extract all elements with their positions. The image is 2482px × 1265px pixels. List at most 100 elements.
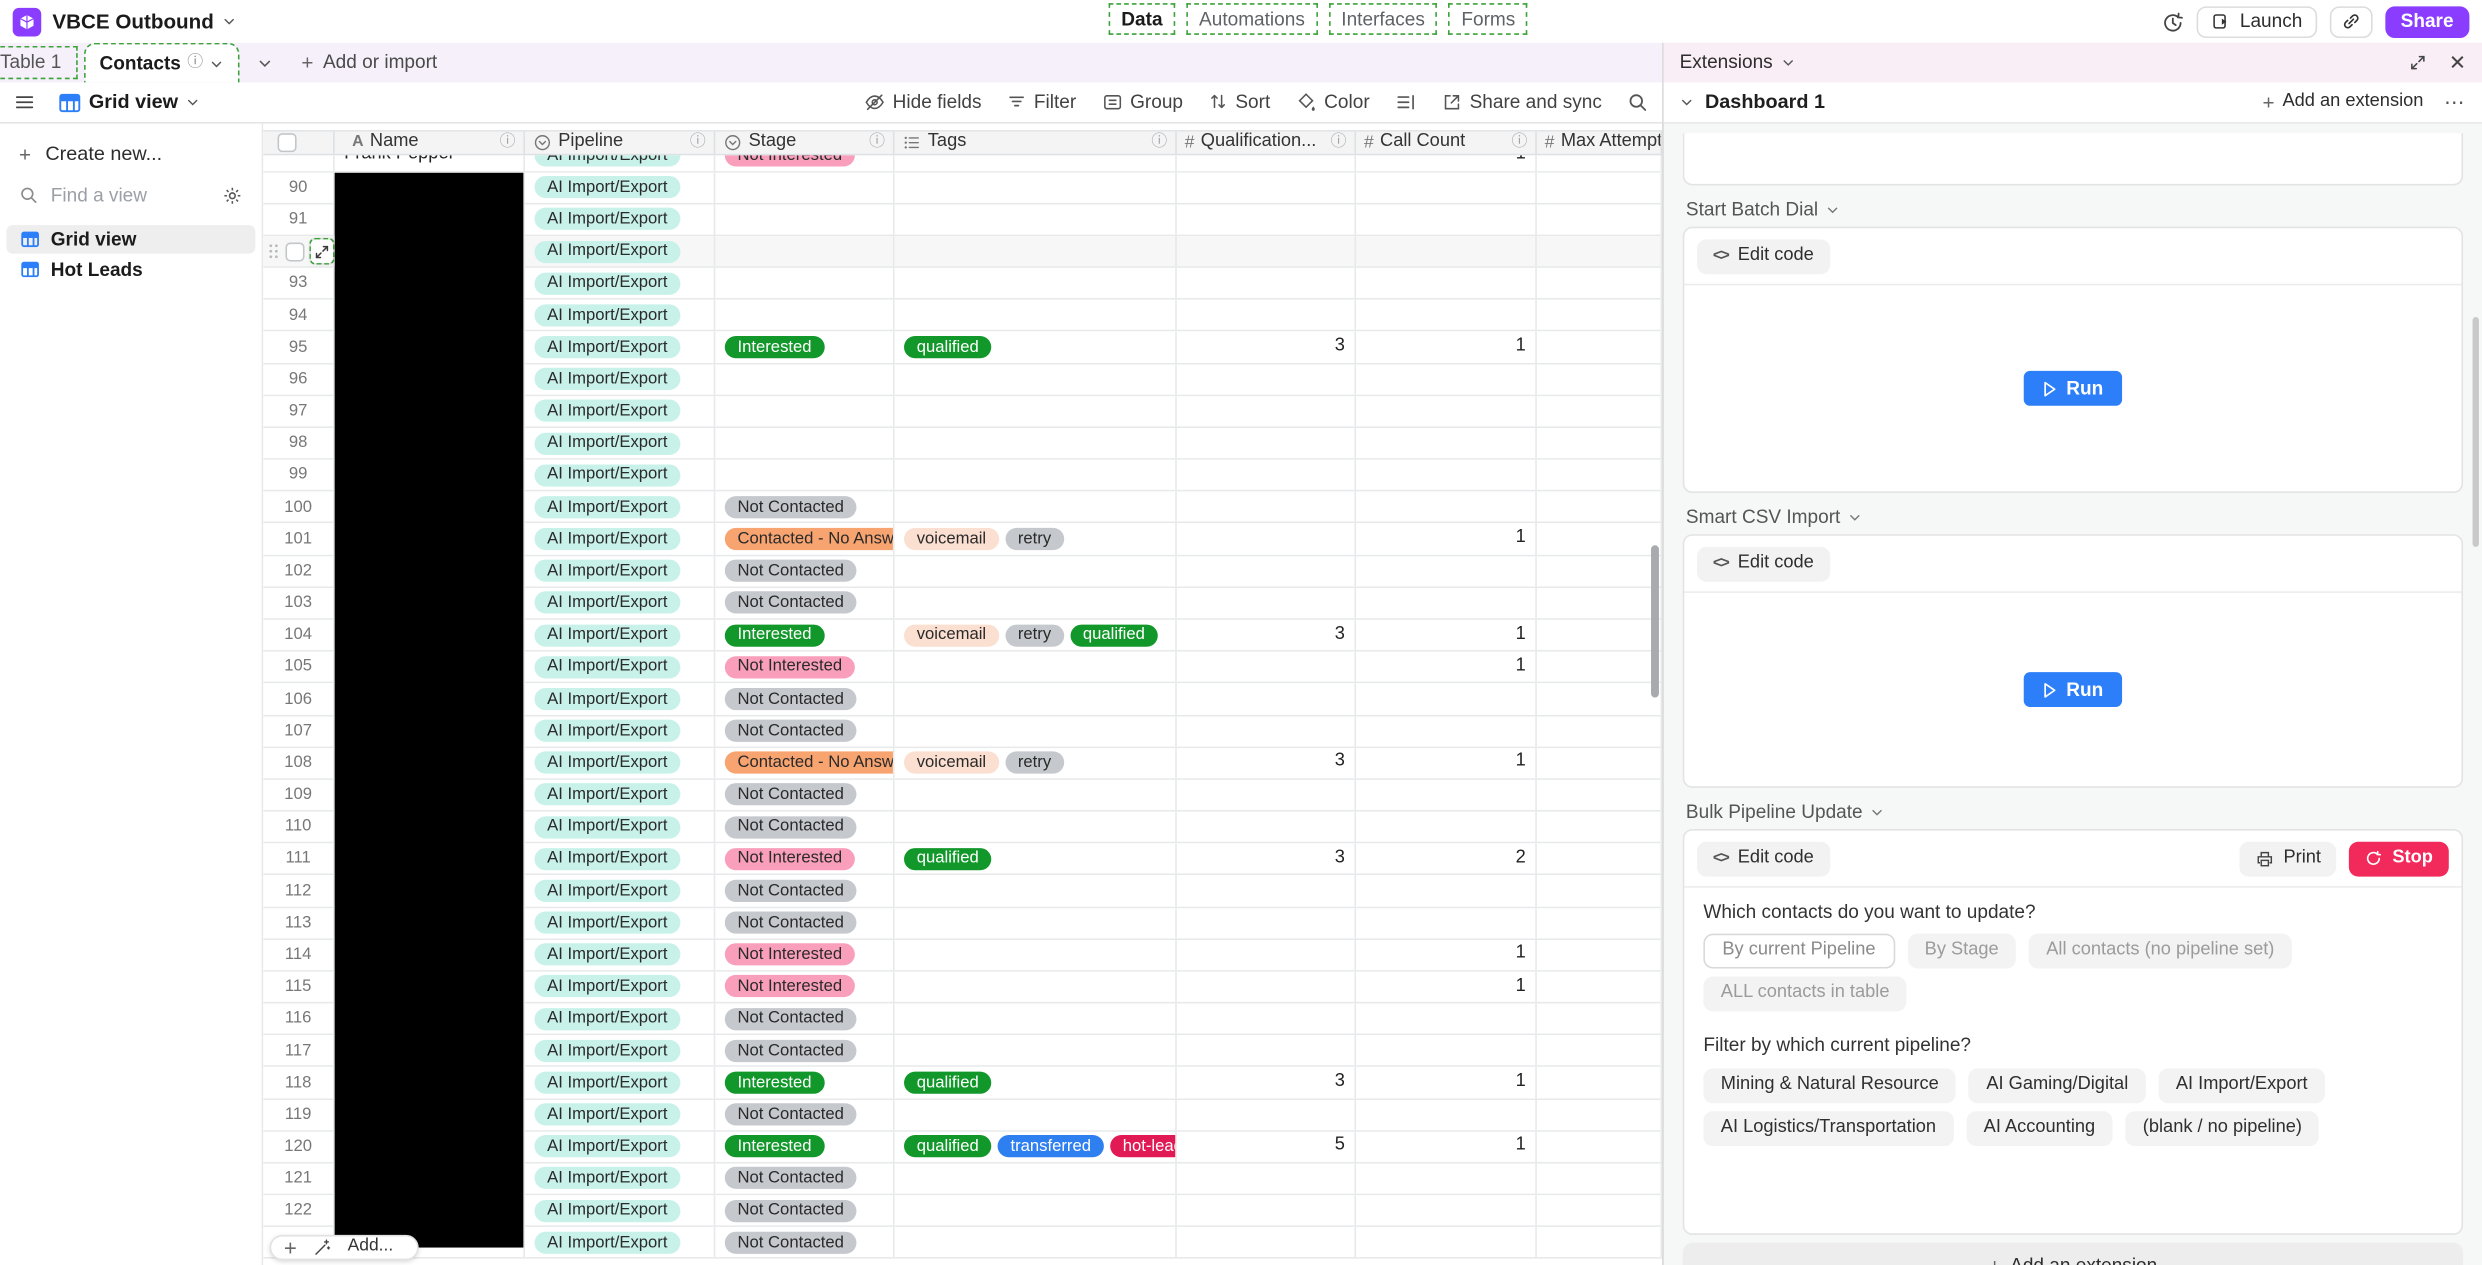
qualification-cell[interactable]: 5 xyxy=(1177,1131,1357,1162)
max-attempts-cell[interactable] xyxy=(1537,587,1663,619)
max-attempts-cell[interactable] xyxy=(1537,715,1663,747)
nav-tab-interfaces[interactable]: Interfaces xyxy=(1328,3,1438,36)
toolbar-filter-button[interactable]: Filter xyxy=(1007,91,1076,114)
tags-cell[interactable] xyxy=(895,555,1177,587)
view-settings-gear-icon[interactable] xyxy=(222,185,243,206)
call-count-cell[interactable]: 1 xyxy=(1356,155,1537,171)
qualification-cell[interactable] xyxy=(1177,363,1357,395)
call-count-cell[interactable] xyxy=(1356,300,1537,331)
call-count-cell[interactable] xyxy=(1356,587,1537,619)
stage-cell[interactable]: Not Contacted xyxy=(715,875,895,906)
stage-cell[interactable]: Not Contacted xyxy=(715,1035,895,1066)
column-header-qualification-[interactable]: # Qualification... ⓘ xyxy=(1177,131,1357,155)
tags-cell[interactable] xyxy=(895,395,1177,427)
stage-cell[interactable]: Not Contacted xyxy=(715,715,895,747)
max-attempts-cell[interactable] xyxy=(1537,1035,1663,1066)
section-bulk-pipeline-update[interactable]: Bulk Pipeline Update xyxy=(1686,800,2460,823)
qualification-cell[interactable] xyxy=(1177,236,1357,267)
pipeline-cell[interactable]: AI Import/Export xyxy=(525,939,716,970)
row-checkbox[interactable] xyxy=(285,241,305,261)
pipeline-cell[interactable]: AI Import/Export xyxy=(525,1003,716,1034)
tags-cell[interactable] xyxy=(895,875,1177,906)
call-count-cell[interactable] xyxy=(1356,683,1537,715)
max-attempts-cell[interactable] xyxy=(1537,172,1663,203)
qualification-cell[interactable] xyxy=(1177,683,1357,715)
qualification-cell[interactable] xyxy=(1177,1195,1357,1226)
max-attempts-cell[interactable] xyxy=(1537,1067,1663,1098)
edit-code-button[interactable]: <> Edit code xyxy=(1697,546,1830,581)
tags-cell[interactable] xyxy=(895,172,1177,203)
tab-table-1[interactable]: Table 1 xyxy=(0,46,78,79)
max-attempts-cell[interactable] xyxy=(1537,683,1663,715)
view-sidebar-toggle-icon[interactable] xyxy=(14,92,35,113)
tab-contacts[interactable]: Contacts ⓘ xyxy=(83,42,240,83)
toolbar-eye-off-button[interactable]: Hide fields xyxy=(864,91,982,114)
tags-cell[interactable]: qualified xyxy=(895,1067,1177,1098)
history-icon[interactable] xyxy=(2162,10,2184,32)
info-icon[interactable]: ⓘ xyxy=(869,133,885,152)
toolbar-sort-button[interactable]: Sort xyxy=(1208,91,1270,114)
stage-cell[interactable]: Contacted - No Answer xyxy=(715,747,895,779)
pipeline-option-ai-accounting[interactable]: AI Accounting xyxy=(1966,1110,2113,1146)
tags-cell[interactable]: qualified xyxy=(895,843,1177,875)
tags-cell[interactable] xyxy=(895,715,1177,747)
tags-cell[interactable] xyxy=(895,651,1177,683)
call-count-cell[interactable]: 1 xyxy=(1356,332,1537,363)
tags-cell[interactable] xyxy=(895,1099,1177,1130)
max-attempts-cell[interactable] xyxy=(1537,155,1663,171)
max-attempts-cell[interactable] xyxy=(1537,332,1663,363)
column-header-max-attempts[interactable]: # Max Attempts xyxy=(1537,131,1663,155)
close-panel-icon[interactable]: ✕ xyxy=(2449,52,2466,73)
pipeline-cell[interactable]: AI Import/Export xyxy=(525,236,716,267)
max-attempts-cell[interactable] xyxy=(1537,971,1663,1002)
stage-cell[interactable]: Interested xyxy=(715,332,895,363)
info-icon[interactable]: ⓘ xyxy=(1331,133,1347,152)
qualification-cell[interactable] xyxy=(1177,1227,1357,1258)
tags-cell[interactable] xyxy=(895,300,1177,331)
pipeline-cell[interactable]: AI Import/Export xyxy=(525,651,716,683)
max-attempts-cell[interactable] xyxy=(1537,1131,1663,1162)
max-attempts-cell[interactable] xyxy=(1537,651,1663,683)
tags-cell[interactable] xyxy=(895,204,1177,235)
stage-cell[interactable]: Interested xyxy=(715,1067,895,1098)
pipeline-cell[interactable]: AI Import/Export xyxy=(525,715,716,747)
qualification-cell[interactable] xyxy=(1177,779,1357,811)
tags-cell[interactable] xyxy=(895,683,1177,715)
toolbar-color-button[interactable]: Color xyxy=(1296,91,1370,114)
stage-cell[interactable] xyxy=(715,459,895,491)
pipeline-cell[interactable]: AI Import/Export xyxy=(525,1227,716,1258)
stage-cell[interactable]: Not Contacted xyxy=(715,683,895,715)
call-count-cell[interactable] xyxy=(1356,363,1537,395)
tags-cell[interactable]: voicemail retry xyxy=(895,523,1177,555)
toolbar-share-sync-button[interactable]: Share and sync xyxy=(1441,91,1602,114)
qualification-cell[interactable]: 3 xyxy=(1177,843,1357,875)
dashboard-more-icon[interactable]: ⋯ xyxy=(2444,90,2466,115)
call-count-cell[interactable] xyxy=(1356,555,1537,587)
run-button[interactable]: Run xyxy=(2023,672,2123,707)
call-count-cell[interactable] xyxy=(1356,1195,1537,1226)
stage-cell[interactable]: Not Contacted xyxy=(715,779,895,811)
add-an-extension-bottom-button[interactable]: + Add an extension xyxy=(1682,1242,2464,1265)
max-attempts-cell[interactable] xyxy=(1537,555,1663,587)
stage-cell[interactable]: Not Contacted xyxy=(715,907,895,938)
max-attempts-cell[interactable] xyxy=(1537,300,1663,331)
tags-cell[interactable]: qualifiedtransferred hot-lead xyxy=(895,1131,1177,1162)
qualification-cell[interactable]: 3 xyxy=(1177,619,1357,651)
qualification-cell[interactable] xyxy=(1177,268,1357,299)
qualification-cell[interactable] xyxy=(1177,155,1357,171)
edit-code-button[interactable]: <> Edit code xyxy=(1697,238,1830,274)
call-count-cell[interactable] xyxy=(1356,1227,1537,1258)
section-start-batch-dial[interactable]: Start Batch Dial xyxy=(1686,198,2460,220)
pipeline-cell[interactable]: AI Import/Export xyxy=(525,843,716,875)
toolbar-search-icon[interactable] xyxy=(1627,92,1648,113)
pipeline-cell[interactable]: AI Import/Export xyxy=(525,683,716,715)
max-attempts-cell[interactable] xyxy=(1537,747,1663,779)
max-attempts-cell[interactable] xyxy=(1537,204,1663,235)
column-header-call-count[interactable]: # Call Count ⓘ xyxy=(1356,131,1537,155)
call-count-cell[interactable] xyxy=(1356,236,1537,267)
tab-contacts-chevron-icon[interactable] xyxy=(209,56,223,70)
stage-cell[interactable]: Not Contacted xyxy=(715,1195,895,1226)
column-header-name[interactable]: A Name ⓘ xyxy=(335,131,525,155)
tags-cell[interactable] xyxy=(895,459,1177,491)
call-count-cell[interactable] xyxy=(1356,172,1537,203)
